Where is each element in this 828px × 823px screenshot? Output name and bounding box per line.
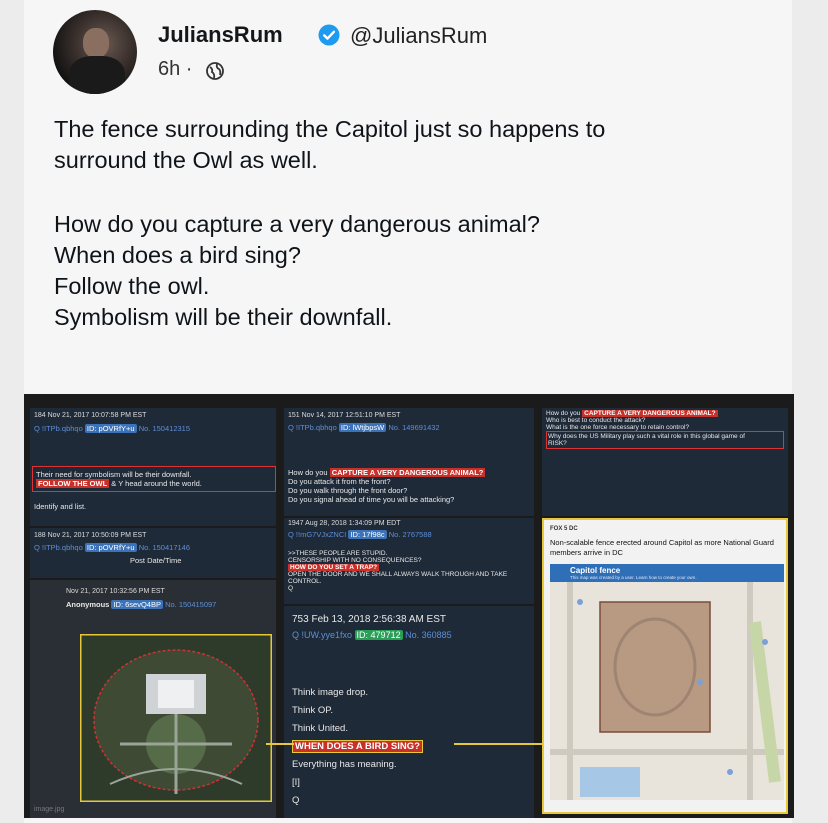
attached-image-collage[interactable]: 184 Nov 21, 2017 10:07:58 PM EST Q !ITPb… xyxy=(24,394,794,818)
tweet-text: The fence surrounding the Capitol just s… xyxy=(54,114,774,333)
user-handle[interactable]: @JuliansRum xyxy=(350,23,487,49)
display-name[interactable]: JuliansRum xyxy=(158,22,283,48)
globe-icon xyxy=(206,62,224,80)
tweet-line: surround the Owl as well. xyxy=(54,147,318,173)
avatar[interactable] xyxy=(53,10,137,94)
tweet-question: How do you capture a very dangerous anim… xyxy=(54,211,540,237)
post-time[interactable]: 6h · xyxy=(158,58,192,81)
tweet-question: Symbolism will be their downfall. xyxy=(54,304,393,330)
verified-badge-icon xyxy=(318,24,340,46)
avatar-body xyxy=(69,56,125,94)
connector-lines xyxy=(266,743,542,745)
avatar-head xyxy=(83,28,109,58)
tweet-question: Follow the owl. xyxy=(54,273,210,299)
tweet-line: The fence surrounding the Capitol just s… xyxy=(54,116,606,142)
tweet-question: When does a bird sing? xyxy=(54,242,301,268)
